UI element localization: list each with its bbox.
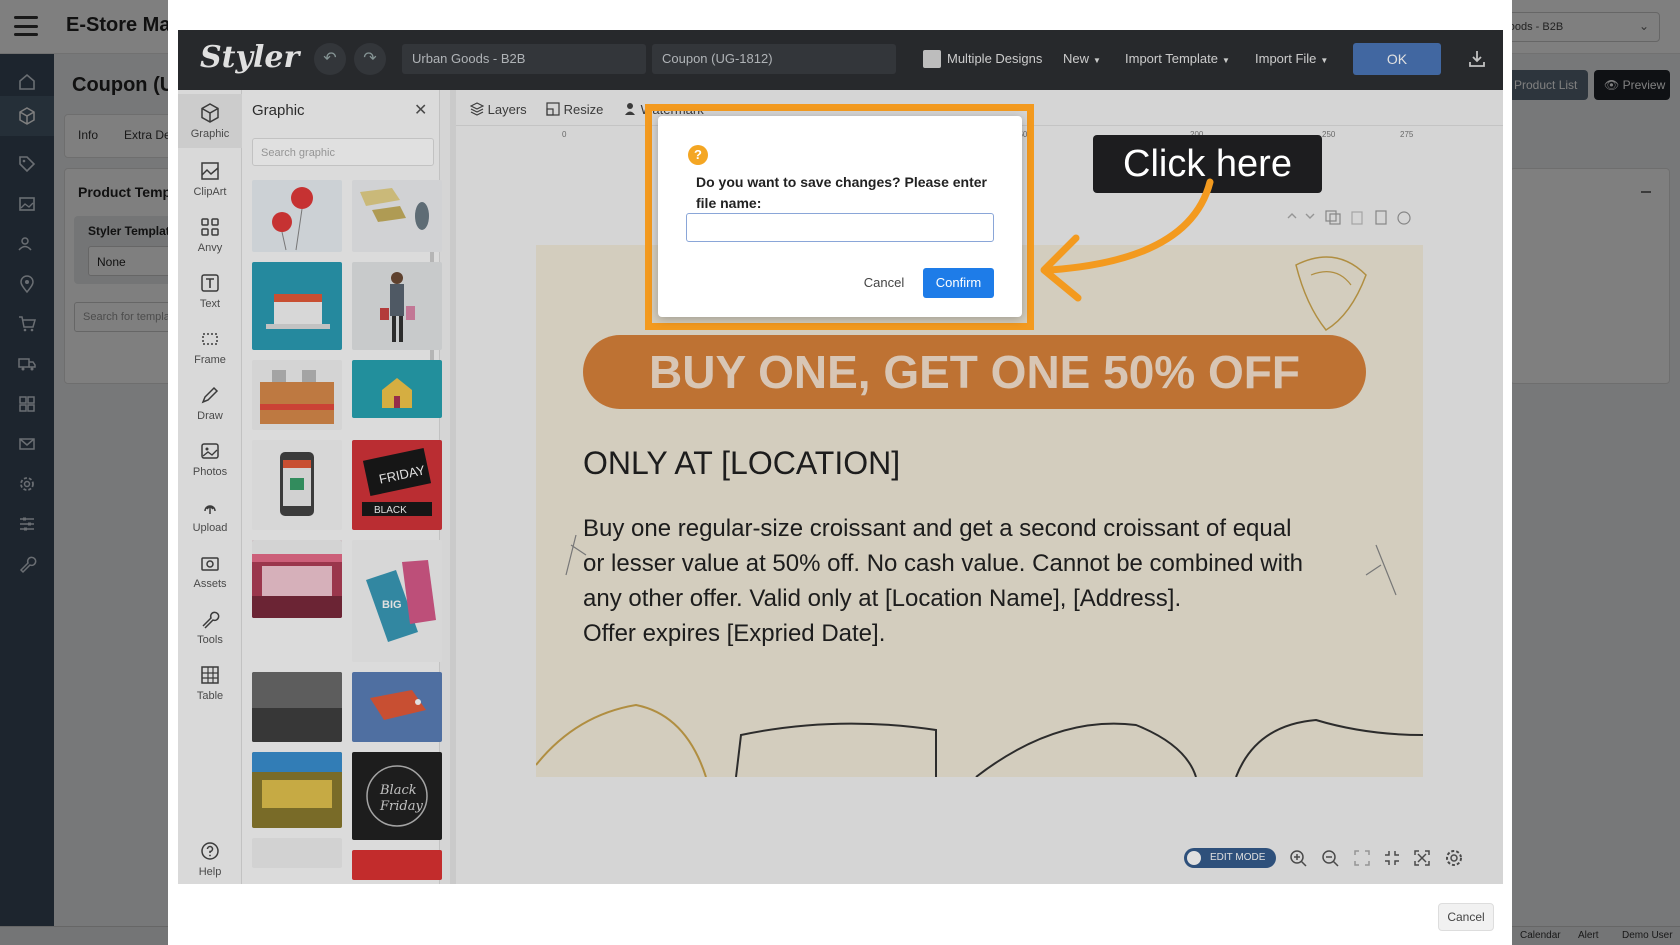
dialog-cancel-button[interactable]: Cancel [858,268,910,298]
dialog-confirm-button[interactable]: Confirm [923,268,994,298]
callout-arrow-icon [1040,178,1214,302]
dialog-message: Do you want to save changes? Please ente… [696,174,987,211]
modal-cancel-button[interactable]: Cancel [1438,903,1494,931]
question-icon: ? [688,145,708,165]
file-name-input[interactable] [686,213,994,242]
